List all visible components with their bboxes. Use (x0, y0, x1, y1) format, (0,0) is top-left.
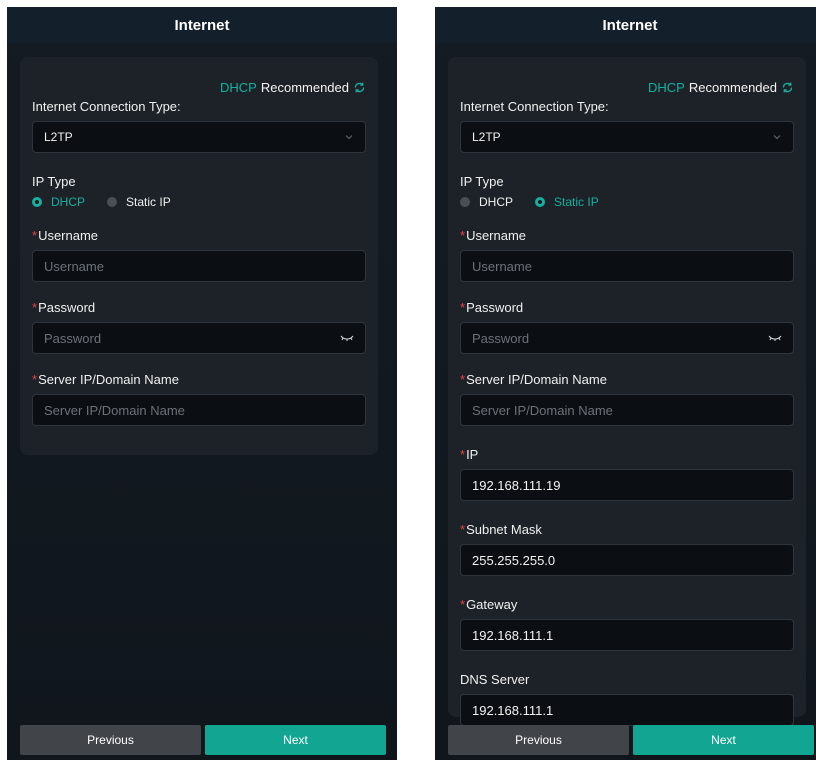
subnet-mask-input[interactable]: 255.255.255.0 (460, 544, 794, 576)
radio-dhcp-label: DHCP (51, 195, 86, 209)
eye-closed-icon[interactable] (340, 333, 354, 343)
next-button[interactable]: Next (205, 725, 386, 755)
username-label-text: Username (38, 228, 99, 243)
server-placeholder: Server IP/Domain Name (44, 402, 185, 418)
recommend-text: Recommended (688, 80, 777, 95)
password-label: *Password (460, 300, 524, 315)
connection-type-select[interactable]: L2TP (32, 121, 366, 153)
ip-value: 192.168.111.19 (472, 477, 561, 493)
settings-card: DHCP Recommended Internet Connection Typ… (448, 57, 806, 726)
connection-type-label: Internet Connection Type: (32, 99, 181, 114)
password-label-text: Password (38, 300, 96, 315)
connection-type-value: L2TP (44, 130, 73, 144)
recommend-text: Recommended (260, 80, 349, 95)
radio-dhcp-dot (32, 197, 42, 207)
password-input[interactable]: Password (32, 322, 366, 354)
ip-type-radio-group: DHCP Static IP (460, 194, 794, 210)
radio-static-ip-dot (107, 197, 118, 207)
username-placeholder: Username (44, 258, 104, 274)
internet-panel-static-ip: Internet DHCP Recommended Internet Conne… (435, 7, 816, 760)
connection-type-select[interactable]: L2TP (460, 121, 794, 153)
username-label: *Username (32, 228, 99, 243)
footer-buttons: Previous Next (448, 725, 814, 755)
radio-static-ip-label: Static IP (126, 195, 171, 209)
username-label-text: Username (466, 228, 527, 243)
password-placeholder: Password (44, 330, 102, 346)
server-label-text: Server IP/Domain Name (466, 372, 607, 387)
server-input[interactable]: Server IP/Domain Name (460, 394, 794, 426)
gateway-value: 192.168.111.1 (472, 627, 554, 643)
recommend-link[interactable]: DHCP Recommended (460, 57, 794, 95)
recommend-highlight: DHCP (648, 80, 685, 95)
recommend-link[interactable]: DHCP Recommended (32, 57, 366, 95)
password-label: *Password (32, 300, 96, 315)
password-label-text: Password (466, 300, 524, 315)
page-title: Internet (7, 7, 397, 43)
refresh-icon[interactable] (781, 81, 794, 94)
gateway-label: *Gateway (460, 597, 518, 612)
radio-static-ip[interactable]: Static IP (107, 195, 171, 209)
radio-dhcp-dot (460, 197, 470, 207)
server-input[interactable]: Server IP/Domain Name (32, 394, 366, 426)
ip-label-text: IP (466, 447, 479, 462)
server-label: *Server IP/Domain Name (460, 372, 607, 387)
subnet-mask-label-text: Subnet Mask (466, 522, 542, 537)
username-placeholder: Username (472, 258, 532, 274)
recommend-highlight: DHCP (220, 80, 257, 95)
chevron-down-icon (345, 135, 353, 140)
chevron-down-icon (773, 135, 781, 140)
username-input[interactable]: Username (460, 250, 794, 282)
subnet-mask-label: *Subnet Mask (460, 522, 542, 537)
server-label: *Server IP/Domain Name (32, 372, 179, 387)
radio-dhcp[interactable]: DHCP (460, 195, 513, 209)
previous-button[interactable]: Previous (448, 725, 629, 755)
settings-card: DHCP Recommended Internet Connection Typ… (20, 57, 378, 455)
radio-static-ip-label: Static IP (554, 195, 599, 209)
server-label-text: Server IP/Domain Name (38, 372, 179, 387)
next-button[interactable]: Next (633, 725, 814, 755)
ip-type-label: IP Type (32, 174, 76, 189)
server-placeholder: Server IP/Domain Name (472, 402, 613, 418)
username-input[interactable]: Username (32, 250, 366, 282)
subnet-mask-value: 255.255.255.0 (472, 552, 556, 568)
ip-type-label: IP Type (460, 174, 504, 189)
radio-static-ip[interactable]: Static IP (535, 195, 599, 209)
ip-input[interactable]: 192.168.111.19 (460, 469, 794, 501)
password-placeholder: Password (472, 330, 530, 346)
username-label: *Username (460, 228, 527, 243)
gateway-label-text: Gateway (466, 597, 518, 612)
dns-server-input[interactable]: 192.168.111.1 (460, 694, 794, 726)
page-title: Internet (435, 7, 816, 43)
internet-panel-dhcp: Internet DHCP Recommended Internet Conne… (7, 7, 397, 760)
password-input[interactable]: Password (460, 322, 794, 354)
connection-type-label: Internet Connection Type: (460, 99, 609, 114)
connection-type-value: L2TP (472, 130, 501, 144)
radio-dhcp-label: DHCP (479, 195, 514, 209)
radio-dhcp[interactable]: DHCP (32, 195, 85, 209)
dns-server-label: DNS Server (460, 672, 530, 687)
refresh-icon[interactable] (353, 81, 366, 94)
gateway-input[interactable]: 192.168.111.1 (460, 619, 794, 651)
ip-type-radio-group: DHCP Static IP (32, 194, 366, 210)
radio-static-ip-dot (535, 197, 546, 207)
eye-closed-icon[interactable] (768, 333, 782, 343)
previous-button[interactable]: Previous (20, 725, 201, 755)
footer-buttons: Previous Next (20, 725, 386, 755)
ip-label: *IP (460, 447, 479, 462)
dns-server-value: 192.168.111.1 (472, 702, 554, 718)
